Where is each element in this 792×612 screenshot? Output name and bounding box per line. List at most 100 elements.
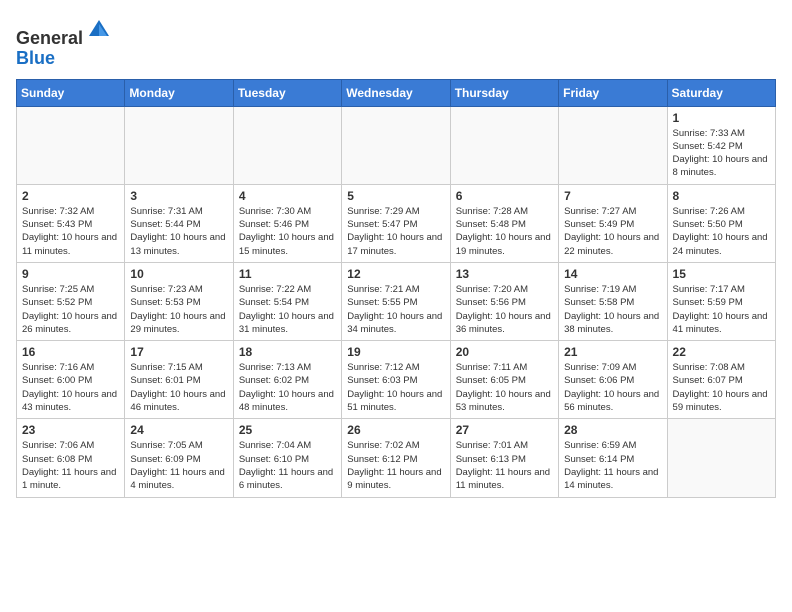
day-number: 14: [564, 267, 661, 281]
calendar-week-row: 2 Sunrise: 7:32 AM Sunset: 5:43 PM Daylig…: [17, 184, 776, 262]
day-number: 17: [130, 345, 227, 359]
day-info: Sunrise: 7:08 AM Sunset: 6:07 PM Dayligh…: [673, 361, 770, 414]
day-number: 5: [347, 189, 444, 203]
day-info: Sunrise: 7:28 AM Sunset: 5:48 PM Dayligh…: [456, 205, 553, 258]
calendar-day-12: 12 Sunrise: 7:21 AM Sunset: 5:55 PM Dayli…: [342, 262, 450, 340]
day-info: Sunrise: 7:12 AM Sunset: 6:03 PM Dayligh…: [347, 361, 444, 414]
weekday-header-tuesday: Tuesday: [233, 79, 341, 106]
calendar-day-15: 15 Sunrise: 7:17 AM Sunset: 5:59 PM Dayli…: [667, 262, 775, 340]
logo-icon: [85, 16, 113, 44]
day-info: Sunrise: 7:17 AM Sunset: 5:59 PM Dayligh…: [673, 283, 770, 336]
calendar-day-22: 22 Sunrise: 7:08 AM Sunset: 6:07 PM Dayli…: [667, 341, 775, 419]
day-number: 27: [456, 423, 553, 437]
calendar-day-20: 20Sunrise: 7:11 AM Sunset: 6:05 PM Dayli…: [450, 341, 558, 419]
calendar-day-9: 9 Sunrise: 7:25 AM Sunset: 5:52 PM Daylig…: [17, 262, 125, 340]
day-number: 15: [673, 267, 770, 281]
calendar-day-25: 25Sunrise: 7:04 AM Sunset: 6:10 PM Dayli…: [233, 419, 341, 497]
day-number: 11: [239, 267, 336, 281]
day-number: 3: [130, 189, 227, 203]
weekday-header-wednesday: Wednesday: [342, 79, 450, 106]
day-info: Sunrise: 7:19 AM Sunset: 5:58 PM Dayligh…: [564, 283, 661, 336]
calendar-day-23: 23 Sunrise: 7:06 AM Sunset: 6:08 PM Dayli…: [17, 419, 125, 497]
day-info: Sunrise: 7:32 AM Sunset: 5:43 PM Dayligh…: [22, 205, 119, 258]
logo-blue: Blue: [16, 48, 55, 68]
logo-general: General: [16, 28, 83, 48]
day-number: 23: [22, 423, 119, 437]
day-info: Sunrise: 7:13 AM Sunset: 6:02 PM Dayligh…: [239, 361, 336, 414]
day-number: 16: [22, 345, 119, 359]
day-number: 9: [22, 267, 119, 281]
calendar-day-3: 3 Sunrise: 7:31 AM Sunset: 5:44 PM Daylig…: [125, 184, 233, 262]
day-info: Sunrise: 7:21 AM Sunset: 5:55 PM Dayligh…: [347, 283, 444, 336]
calendar-day-18: 18 Sunrise: 7:13 AM Sunset: 6:02 PM Dayli…: [233, 341, 341, 419]
day-number: 10: [130, 267, 227, 281]
day-info: Sunrise: 7:02 AM Sunset: 6:12 PM Dayligh…: [347, 439, 444, 492]
day-number: 22: [673, 345, 770, 359]
weekday-header-thursday: Thursday: [450, 79, 558, 106]
calendar-day-19: 19 Sunrise: 7:12 AM Sunset: 6:03 PM Dayli…: [342, 341, 450, 419]
calendar-day-2: 2 Sunrise: 7:32 AM Sunset: 5:43 PM Daylig…: [17, 184, 125, 262]
day-number: 4: [239, 189, 336, 203]
calendar-day-4: 4 Sunrise: 7:30 AM Sunset: 5:46 PM Daylig…: [233, 184, 341, 262]
calendar-day-14: 14 Sunrise: 7:19 AM Sunset: 5:58 PM Dayli…: [559, 262, 667, 340]
calendar-day-13: 13 Sunrise: 7:20 AM Sunset: 5:56 PM Dayli…: [450, 262, 558, 340]
calendar-day-5: 5Sunrise: 7:29 AM Sunset: 5:47 PM Daylig…: [342, 184, 450, 262]
day-number: 1: [673, 111, 770, 125]
day-info: Sunrise: 7:22 AM Sunset: 5:54 PM Dayligh…: [239, 283, 336, 336]
weekday-header-sunday: Sunday: [17, 79, 125, 106]
calendar-day-16: 16 Sunrise: 7:16 AM Sunset: 6:00 PM Dayli…: [17, 341, 125, 419]
page-header: General Blue: [16, 16, 776, 69]
calendar-day-28: 28 Sunrise: 6:59 AM Sunset: 6:14 PM Dayli…: [559, 419, 667, 497]
day-number: 7: [564, 189, 661, 203]
day-number: 24: [130, 423, 227, 437]
calendar-empty-cell: [342, 106, 450, 184]
day-info: Sunrise: 7:25 AM Sunset: 5:52 PM Dayligh…: [22, 283, 119, 336]
day-info: Sunrise: 7:15 AM Sunset: 6:01 PM Dayligh…: [130, 361, 227, 414]
calendar-day-24: 24 Sunrise: 7:05 AM Sunset: 6:09 PM Dayli…: [125, 419, 233, 497]
logo: General Blue: [16, 16, 113, 69]
day-info: Sunrise: 6:59 AM Sunset: 6:14 PM Dayligh…: [564, 439, 661, 492]
calendar-empty-cell: [667, 419, 775, 497]
day-info: Sunrise: 7:30 AM Sunset: 5:46 PM Dayligh…: [239, 205, 336, 258]
calendar-day-26: 26 Sunrise: 7:02 AM Sunset: 6:12 PM Dayli…: [342, 419, 450, 497]
calendar-empty-cell: [125, 106, 233, 184]
day-info: Sunrise: 7:33 AM Sunset: 5:42 PM Dayligh…: [673, 127, 770, 180]
calendar-day-8: 8 Sunrise: 7:26 AM Sunset: 5:50 PM Daylig…: [667, 184, 775, 262]
calendar-day-6: 6 Sunrise: 7:28 AM Sunset: 5:48 PM Daylig…: [450, 184, 558, 262]
day-info: Sunrise: 7:01 AM Sunset: 6:13 PM Dayligh…: [456, 439, 553, 492]
weekday-header-friday: Friday: [559, 79, 667, 106]
day-number: 6: [456, 189, 553, 203]
day-number: 19: [347, 345, 444, 359]
day-info: Sunrise: 7:23 AM Sunset: 5:53 PM Dayligh…: [130, 283, 227, 336]
calendar-day-27: 27 Sunrise: 7:01 AM Sunset: 6:13 PM Dayli…: [450, 419, 558, 497]
calendar-day-7: 7 Sunrise: 7:27 AM Sunset: 5:49 PM Daylig…: [559, 184, 667, 262]
calendar-empty-cell: [17, 106, 125, 184]
day-info: Sunrise: 7:27 AM Sunset: 5:49 PM Dayligh…: [564, 205, 661, 258]
day-number: 2: [22, 189, 119, 203]
day-number: 13: [456, 267, 553, 281]
calendar-week-row: 16 Sunrise: 7:16 AM Sunset: 6:00 PM Dayli…: [17, 341, 776, 419]
day-number: 26: [347, 423, 444, 437]
weekday-header-monday: Monday: [125, 79, 233, 106]
day-info: Sunrise: 7:11 AM Sunset: 6:05 PM Dayligh…: [456, 361, 553, 414]
calendar-day-1: 1 Sunrise: 7:33 AM Sunset: 5:42 PM Daylig…: [667, 106, 775, 184]
day-number: 12: [347, 267, 444, 281]
day-info: Sunrise: 7:20 AM Sunset: 5:56 PM Dayligh…: [456, 283, 553, 336]
day-number: 28: [564, 423, 661, 437]
day-info: Sunrise: 7:09 AM Sunset: 6:06 PM Dayligh…: [564, 361, 661, 414]
day-number: 21: [564, 345, 661, 359]
calendar-week-row: 9 Sunrise: 7:25 AM Sunset: 5:52 PM Daylig…: [17, 262, 776, 340]
day-info: Sunrise: 7:31 AM Sunset: 5:44 PM Dayligh…: [130, 205, 227, 258]
calendar-day-21: 21 Sunrise: 7:09 AM Sunset: 6:06 PM Dayli…: [559, 341, 667, 419]
day-number: 25: [239, 423, 336, 437]
day-info: Sunrise: 7:05 AM Sunset: 6:09 PM Dayligh…: [130, 439, 227, 492]
day-info: Sunrise: 7:06 AM Sunset: 6:08 PM Dayligh…: [22, 439, 119, 492]
calendar-week-row: 1 Sunrise: 7:33 AM Sunset: 5:42 PM Daylig…: [17, 106, 776, 184]
calendar-header-row: SundayMondayTuesdayWednesdayThursdayFrid…: [17, 79, 776, 106]
day-number: 18: [239, 345, 336, 359]
day-number: 8: [673, 189, 770, 203]
day-info: Sunrise: 7:16 AM Sunset: 6:00 PM Dayligh…: [22, 361, 119, 414]
day-info: Sunrise: 7:26 AM Sunset: 5:50 PM Dayligh…: [673, 205, 770, 258]
calendar-empty-cell: [559, 106, 667, 184]
calendar-day-10: 10 Sunrise: 7:23 AM Sunset: 5:53 PM Dayli…: [125, 262, 233, 340]
